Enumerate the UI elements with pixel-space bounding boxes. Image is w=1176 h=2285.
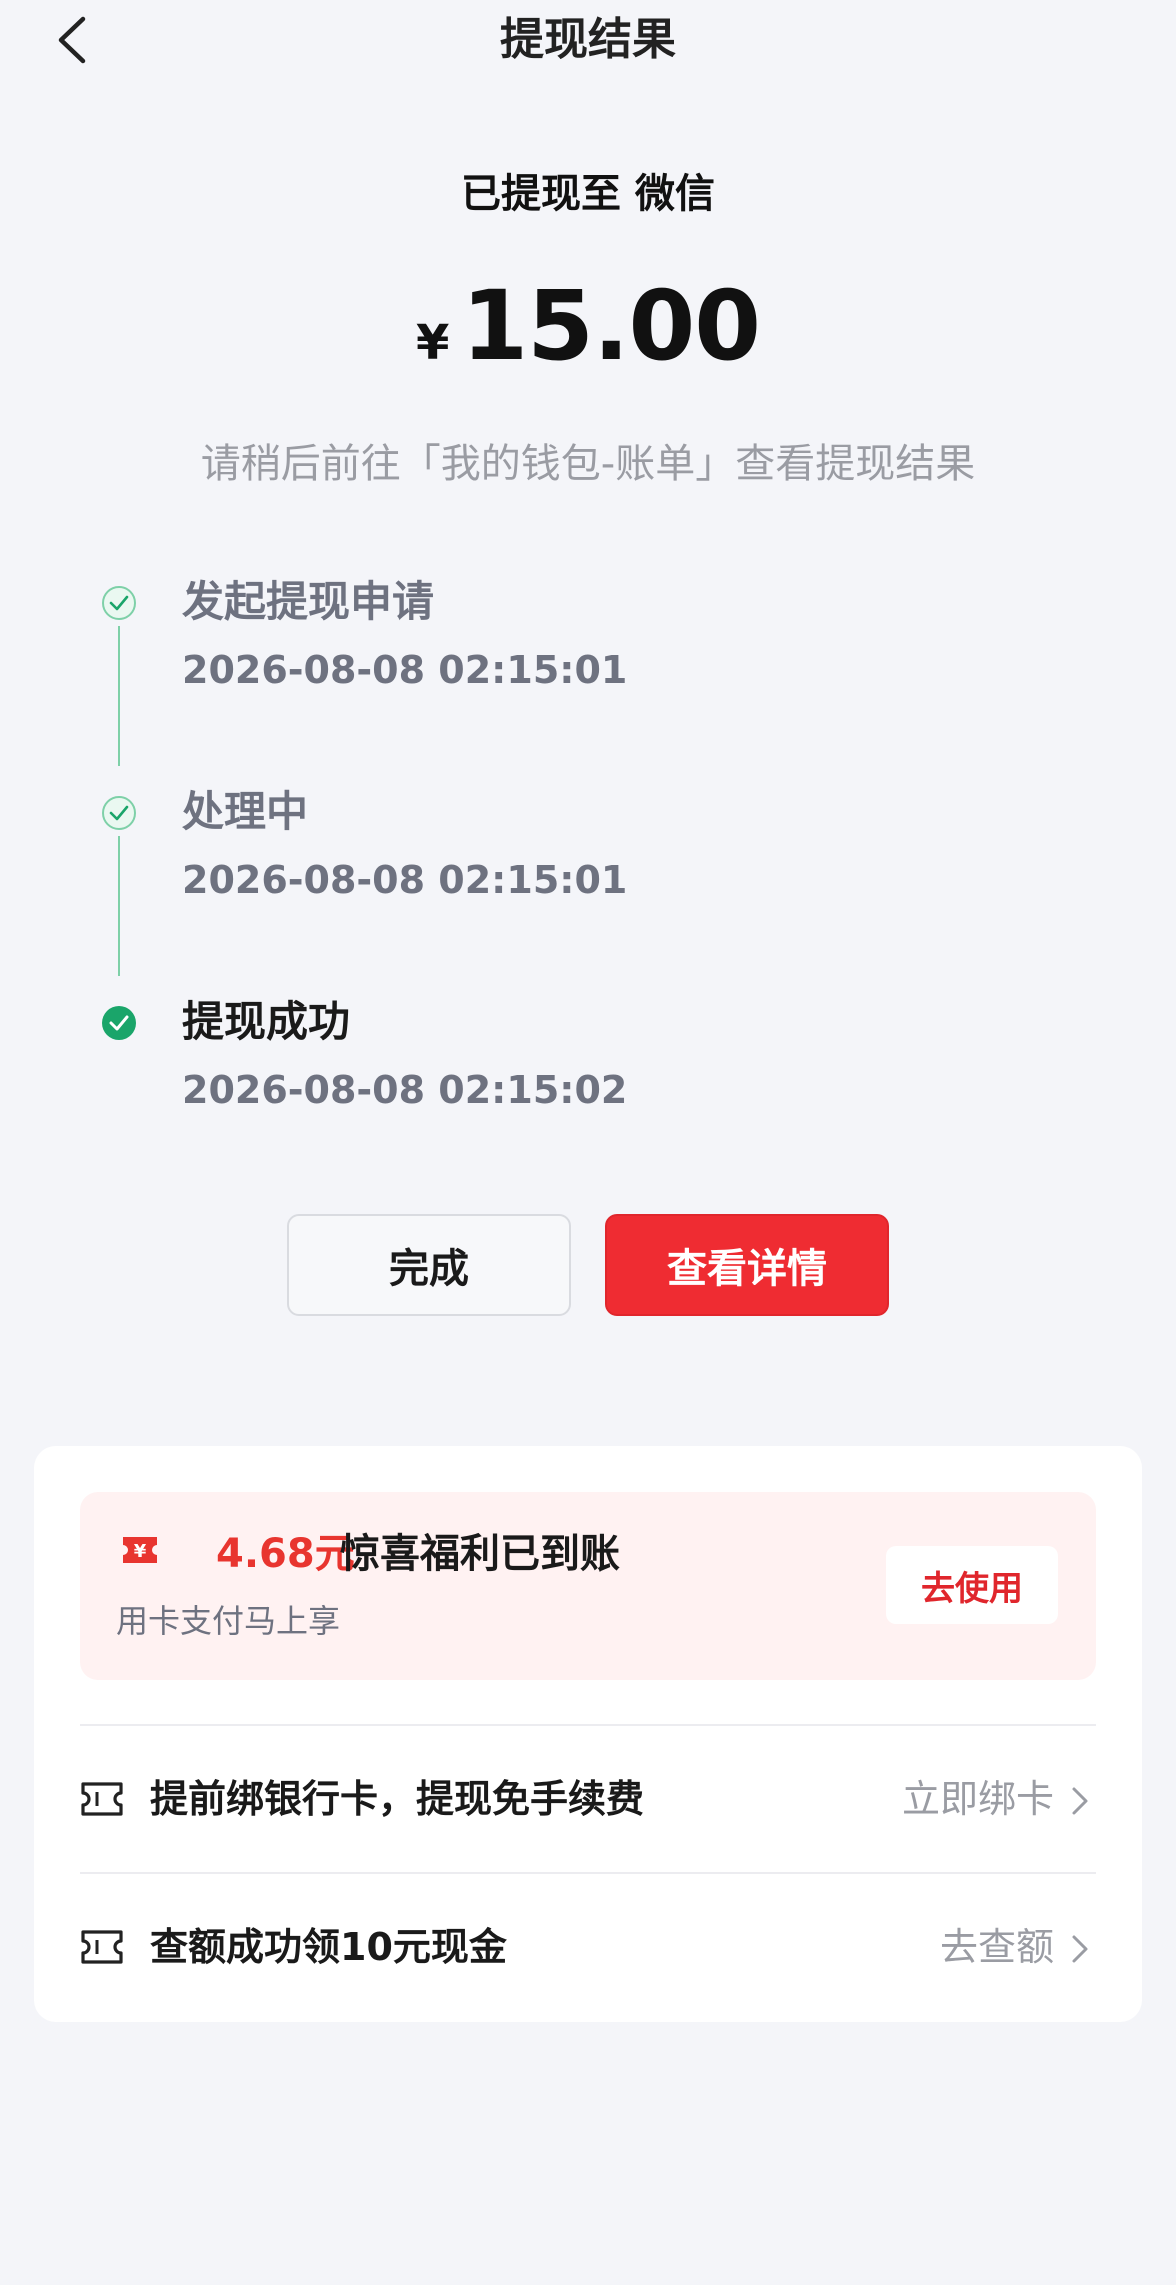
ticket-yuan-icon: ¥ bbox=[123, 1537, 157, 1563]
view-details-button[interactable]: 查看详情 bbox=[605, 1214, 889, 1316]
timeline-step-title: 发起提现申请 bbox=[182, 577, 435, 626]
withdraw-destination: 已提现至 微信 bbox=[461, 171, 715, 217]
promo-banner: ¥ 4.68元 惊喜福利已到账 用卡支付马上享 去使用 bbox=[80, 1492, 1096, 1680]
chevron-right-icon bbox=[1072, 1935, 1088, 1963]
svg-text:¥: ¥ bbox=[134, 1541, 147, 1562]
offer-label: 查额成功领10元现金 bbox=[150, 1925, 507, 1969]
timeline-step-title: 提现成功 bbox=[182, 997, 351, 1046]
amount-display: ¥ 15.00 bbox=[0, 270, 1176, 382]
chevron-right-icon bbox=[1072, 1787, 1088, 1815]
check-circle-filled-icon bbox=[102, 1006, 136, 1040]
timeline-step: 发起提现申请 2026-08-08 02:15:01 bbox=[96, 560, 996, 720]
done-button[interactable]: 完成 bbox=[287, 1214, 571, 1316]
result-hint: 请稍后前往「我的钱包-账单」查看提现结果 bbox=[200, 441, 976, 487]
promo-amount: 4.68元 bbox=[216, 1531, 355, 1577]
use-coupon-button[interactable]: 去使用 bbox=[886, 1546, 1058, 1624]
bind-card-link[interactable]: 立即绑卡 bbox=[902, 1768, 1054, 1830]
timeline-step: 处理中 2026-08-08 02:15:01 bbox=[96, 770, 996, 930]
credit-check-offer-row[interactable]: 查额成功领10元现金 去查额 bbox=[80, 1876, 1096, 2020]
benefits-card: ¥ 4.68元 惊喜福利已到账 用卡支付马上享 去使用 提前绑银行卡，提现免手续… bbox=[34, 1446, 1142, 2022]
promo-title: 惊喜福利已到账 bbox=[340, 1531, 620, 1577]
currency-symbol: ¥ bbox=[415, 315, 450, 371]
divider bbox=[80, 1872, 1096, 1874]
timeline-step-time: 2026-08-08 02:15:01 bbox=[182, 648, 628, 692]
page-title: 提现结果 bbox=[500, 14, 676, 65]
amount-value: 15.00 bbox=[461, 270, 761, 382]
check-circle-outline-icon bbox=[102, 586, 136, 620]
action-buttons: 完成 查看详情 bbox=[0, 1214, 1176, 1316]
timeline-step-title: 处理中 bbox=[182, 787, 309, 836]
timeline-step-time: 2026-08-08 02:15:02 bbox=[182, 1068, 628, 1112]
offer-label: 提前绑银行卡，提现免手续费 bbox=[150, 1777, 645, 1821]
divider bbox=[80, 1724, 1096, 1726]
ticket-icon bbox=[81, 1930, 123, 1964]
check-credit-link[interactable]: 去查额 bbox=[940, 1916, 1054, 1978]
timeline-step-time: 2026-08-08 02:15:01 bbox=[182, 858, 628, 902]
nav-bar: 提现结果 bbox=[0, 0, 1176, 84]
bind-card-offer-row[interactable]: 提前绑银行卡，提现免手续费 立即绑卡 bbox=[80, 1728, 1096, 1872]
timeline-step: 提现成功 2026-08-08 02:15:02 bbox=[96, 980, 996, 1140]
ticket-icon bbox=[81, 1782, 123, 1816]
promo-subtitle: 用卡支付马上享 bbox=[116, 1602, 341, 1640]
check-circle-outline-icon bbox=[102, 796, 136, 830]
progress-timeline: 发起提现申请 2026-08-08 02:15:01 处理中 2026-08-0… bbox=[96, 560, 996, 1140]
